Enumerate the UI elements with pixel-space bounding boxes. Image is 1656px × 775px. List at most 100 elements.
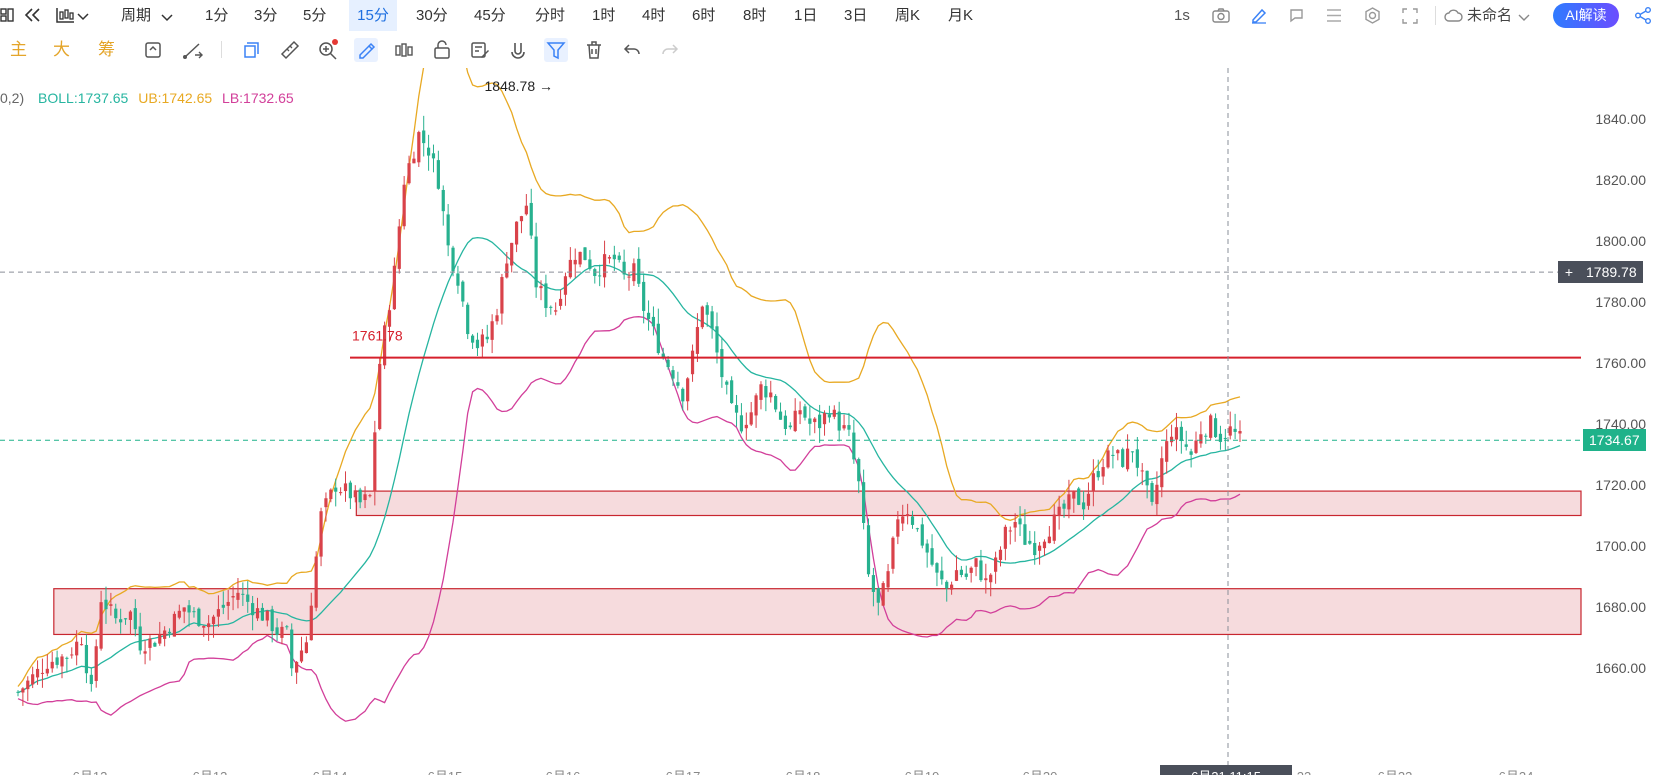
tab-8h[interactable]: 8时 bbox=[737, 0, 772, 31]
candle-body bbox=[930, 548, 934, 565]
last-price: 1734.67 bbox=[1589, 432, 1640, 449]
share-icon[interactable] bbox=[1634, 7, 1652, 28]
tab-30min[interactable]: 30分 bbox=[410, 0, 454, 31]
candle-body bbox=[778, 411, 783, 420]
x-tick-label: 6月23 bbox=[1378, 769, 1413, 775]
brush-icon[interactable] bbox=[354, 38, 378, 62]
collapse-icon[interactable] bbox=[24, 7, 42, 27]
tab-3d[interactable]: 3日 bbox=[838, 0, 873, 31]
candle-body bbox=[979, 560, 983, 581]
candle-body bbox=[554, 310, 558, 312]
candle-body bbox=[514, 221, 519, 245]
redo-icon[interactable] bbox=[658, 38, 682, 62]
candle-body bbox=[466, 304, 470, 335]
candle-body bbox=[1052, 514, 1056, 541]
period-chevron-icon[interactable] bbox=[161, 10, 173, 27]
tab-1min[interactable]: 1分 bbox=[199, 0, 234, 31]
tab-5min[interactable]: 5分 bbox=[297, 0, 332, 31]
candle-body bbox=[578, 251, 582, 265]
candle-body bbox=[715, 326, 719, 353]
zoom-icon[interactable] bbox=[316, 38, 340, 62]
refresh-interval[interactable]: 1s bbox=[1174, 0, 1190, 31]
comment-icon[interactable] bbox=[1288, 7, 1305, 28]
candle-body bbox=[1145, 470, 1149, 486]
tab-4h[interactable]: 4时 bbox=[636, 0, 671, 31]
candle-body bbox=[1228, 426, 1232, 436]
camera-icon[interactable] bbox=[1212, 7, 1230, 27]
candle-body bbox=[964, 573, 968, 577]
cloud-icon[interactable] bbox=[1444, 8, 1463, 27]
candle-body bbox=[690, 350, 695, 375]
draw-line-icon[interactable] bbox=[181, 38, 205, 62]
tab-3min[interactable]: 3分 bbox=[248, 0, 283, 31]
candle-body bbox=[236, 592, 240, 600]
candle-body bbox=[490, 321, 494, 340]
edit-list-icon[interactable] bbox=[468, 38, 492, 62]
undo-icon[interactable] bbox=[620, 38, 644, 62]
last-price-tag: 1734.67 bbox=[1583, 429, 1646, 452]
fullscreen-icon[interactable] bbox=[1402, 8, 1418, 28]
candle-body bbox=[681, 388, 685, 402]
candles-icon[interactable] bbox=[55, 6, 75, 28]
tab-45min[interactable]: 45分 bbox=[468, 0, 512, 31]
candle-body bbox=[397, 226, 401, 269]
candle-body bbox=[436, 160, 440, 189]
select-icon[interactable] bbox=[240, 38, 264, 62]
candle-body bbox=[1199, 434, 1203, 444]
candle-body bbox=[940, 570, 944, 580]
ai-interpret-button[interactable]: AI解读 bbox=[1553, 3, 1619, 28]
candle-body bbox=[1086, 493, 1091, 506]
candle-body bbox=[480, 334, 484, 347]
price-chart[interactable]: 1761.78 1848.78 → 1840.00 1820.00 1800.00 17… bbox=[0, 68, 1656, 775]
chart-name-chevron-icon[interactable] bbox=[1518, 10, 1530, 27]
main-chart-toggle[interactable]: 主 bbox=[10, 31, 27, 68]
chevron-down-icon[interactable] bbox=[77, 9, 89, 26]
candle-body bbox=[1179, 426, 1183, 442]
candle-body bbox=[612, 254, 616, 260]
chart-name[interactable]: 未命名 bbox=[1467, 0, 1512, 31]
candle-body bbox=[500, 277, 504, 314]
tab-month[interactable]: 月K bbox=[942, 0, 979, 31]
candle-body bbox=[725, 381, 729, 385]
tab-15min[interactable]: 15分 bbox=[349, 0, 397, 31]
candle-settings-icon[interactable] bbox=[392, 38, 416, 62]
filter-icon[interactable] bbox=[544, 38, 568, 62]
candle-body bbox=[343, 483, 348, 492]
candle-body bbox=[255, 608, 260, 619]
list-icon[interactable] bbox=[1326, 8, 1342, 27]
candle-body bbox=[246, 594, 250, 602]
ruler-icon[interactable] bbox=[278, 38, 302, 62]
rotate-icon[interactable] bbox=[141, 38, 165, 62]
candle-body bbox=[558, 298, 563, 306]
settings-icon[interactable] bbox=[1364, 7, 1381, 28]
x-tick-label: 6月13 bbox=[193, 769, 228, 775]
candle-body bbox=[109, 604, 113, 606]
period-label[interactable]: 周期 bbox=[121, 0, 151, 31]
candle-body bbox=[813, 418, 817, 423]
big-order-toggle[interactable]: 大 bbox=[53, 31, 70, 68]
candle-body bbox=[26, 680, 30, 690]
candle-body bbox=[324, 498, 328, 508]
candle-body bbox=[446, 214, 450, 246]
crosshair-add-icon[interactable]: + bbox=[1558, 261, 1580, 284]
candle-body bbox=[216, 609, 221, 617]
tab-timeshare[interactable]: 分时 bbox=[529, 0, 571, 31]
tab-1h[interactable]: 1时 bbox=[586, 0, 621, 31]
tab-1d[interactable]: 1日 bbox=[788, 0, 823, 31]
layout-icon[interactable] bbox=[0, 6, 14, 28]
lock-icon[interactable] bbox=[430, 38, 454, 62]
candle-body bbox=[392, 265, 396, 310]
magnet-icon[interactable] bbox=[506, 38, 530, 62]
candle-body bbox=[876, 588, 880, 603]
candle-body bbox=[852, 432, 856, 460]
tab-week[interactable]: 周K bbox=[889, 0, 926, 31]
tab-6h[interactable]: 6时 bbox=[686, 0, 721, 31]
edit-icon[interactable] bbox=[1250, 7, 1268, 28]
candle-body bbox=[163, 630, 167, 639]
trash-icon[interactable] bbox=[582, 38, 606, 62]
candle-body bbox=[627, 276, 631, 278]
candle-body bbox=[368, 495, 372, 497]
chips-toggle[interactable]: 筹 bbox=[98, 31, 115, 68]
drawing-toolbar: 主 大 筹 bbox=[0, 31, 1656, 68]
candle-body bbox=[270, 609, 274, 632]
